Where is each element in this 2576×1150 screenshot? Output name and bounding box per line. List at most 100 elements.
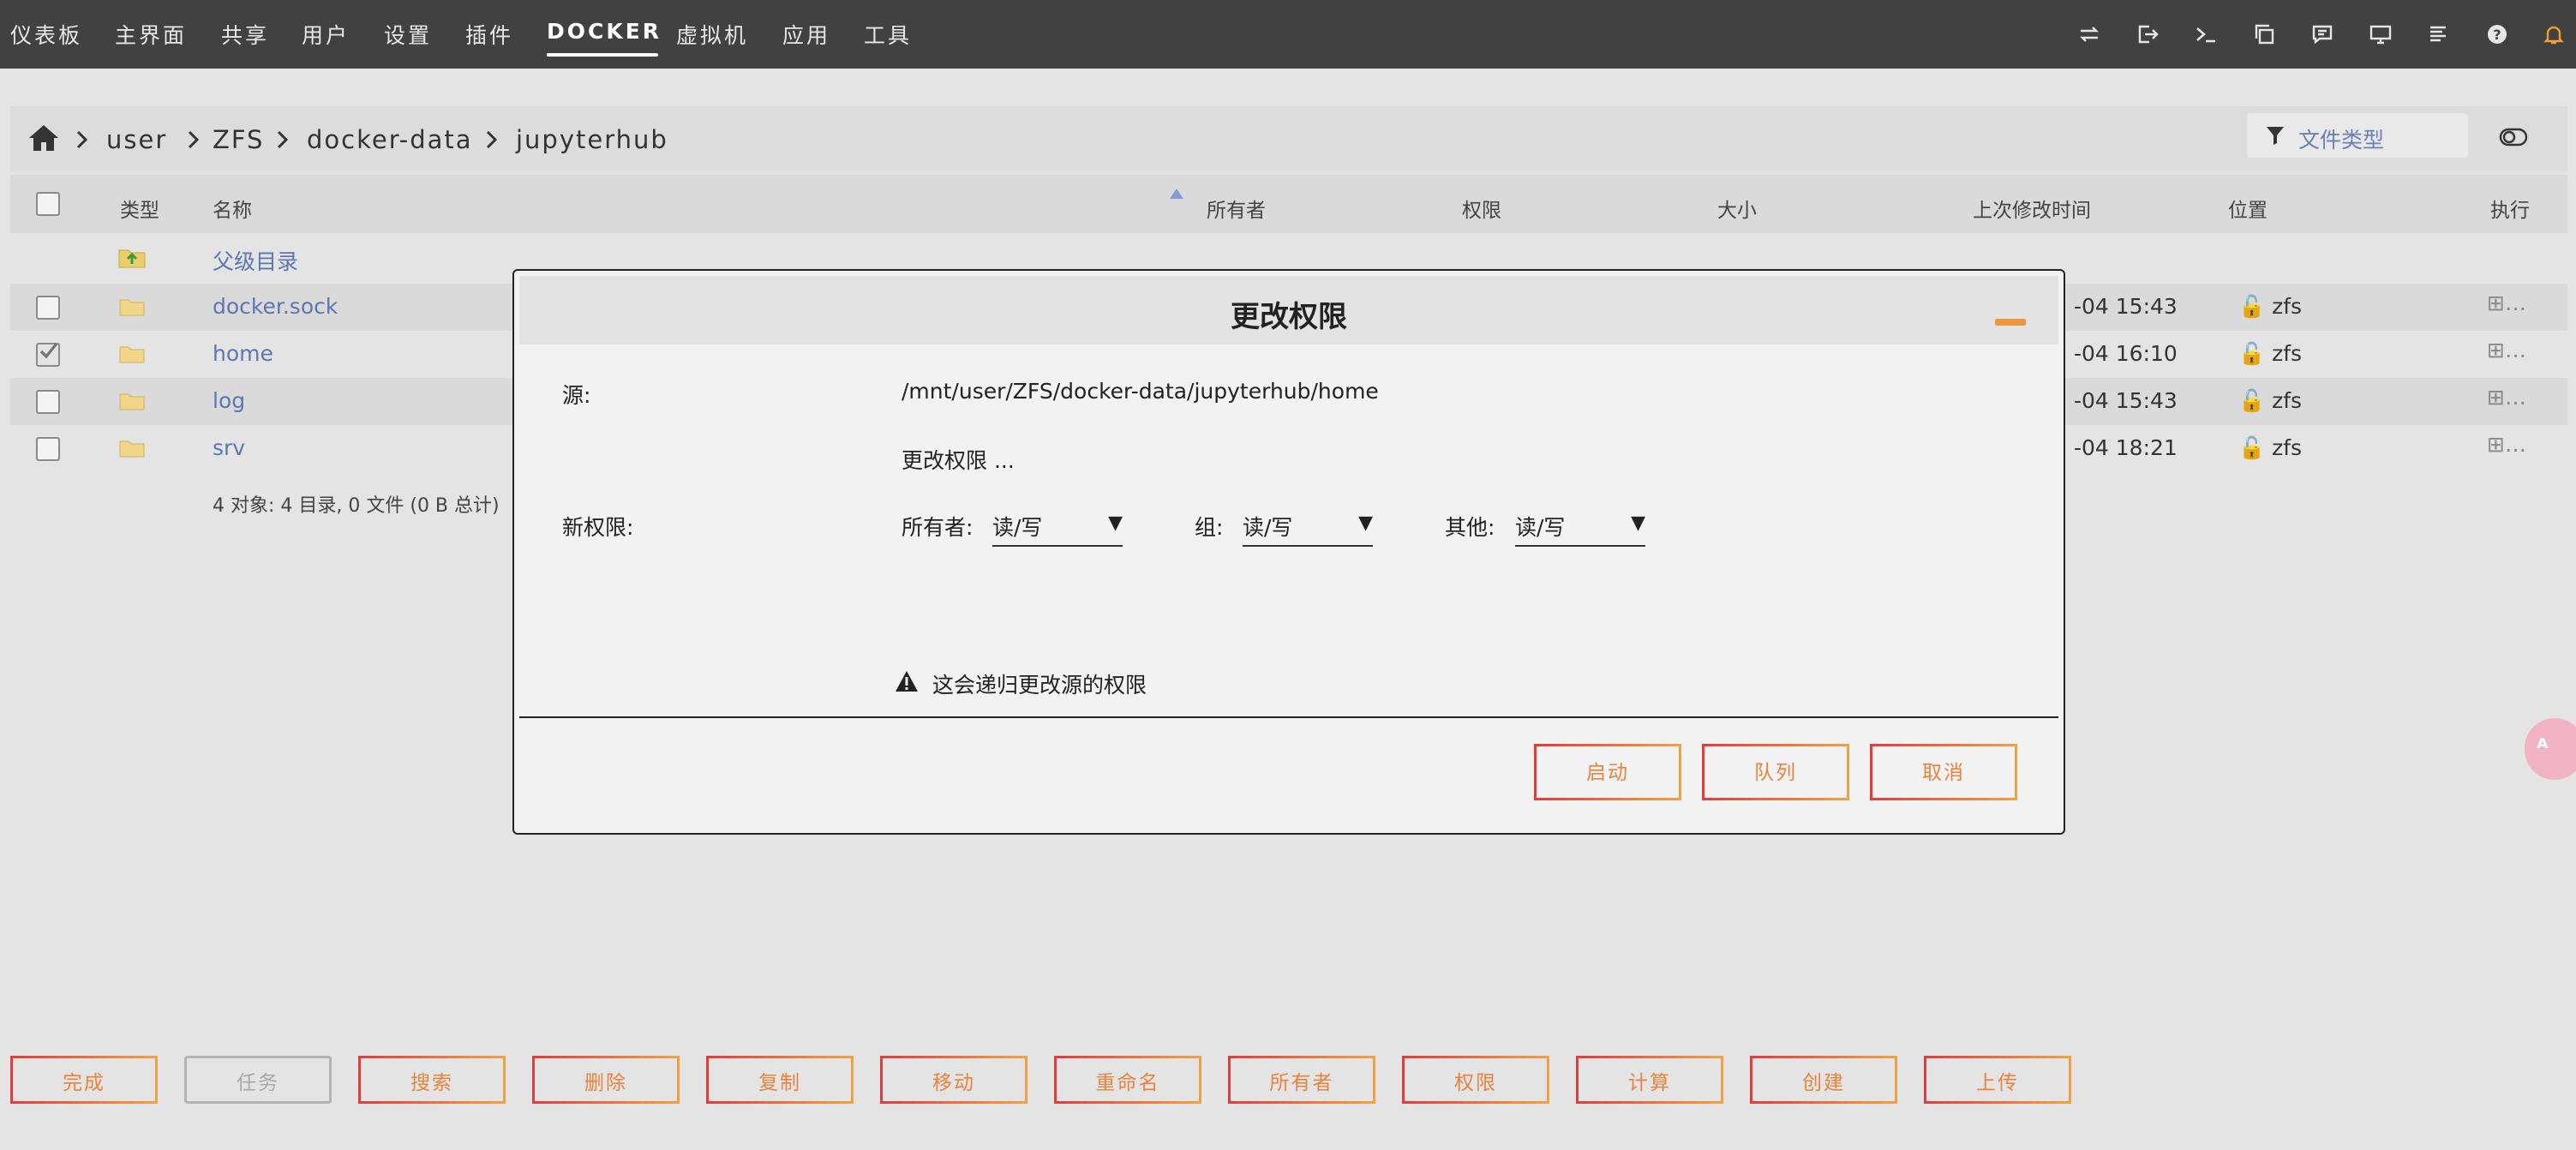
copy-button[interactable]: 复制: [706, 1056, 854, 1104]
breadcrumb-zfs[interactable]: ZFS: [213, 125, 264, 154]
chevron-right-icon: [486, 130, 498, 149]
location-label: zfs: [2272, 388, 2303, 413]
unlock-icon: 🔓: [2238, 388, 2266, 413]
minimize-icon[interactable]: [1995, 319, 2026, 326]
top-nav: 仪表板 主界面 共享 用户 设置 插件 DOCKER 虚拟机 应用 工具 ?: [0, 0, 2576, 69]
header-modified[interactable]: 上次修改时间: [1973, 194, 2091, 223]
file-modified: -04 15:43: [2074, 388, 2178, 413]
row-action-menu[interactable]: ⊞…: [2487, 338, 2526, 362]
tasks-button[interactable]: 任务: [184, 1056, 332, 1104]
row-checkbox[interactable]: [36, 437, 60, 461]
monitor-icon[interactable]: [2369, 22, 2393, 46]
row-action-menu[interactable]: ⊞…: [2487, 432, 2526, 457]
nav-tools[interactable]: 工具: [864, 19, 912, 50]
warning-icon: [895, 670, 919, 692]
dropdown-arrow-icon: ▼: [1631, 512, 1645, 534]
row-checkbox[interactable]: [36, 390, 60, 414]
header-type[interactable]: 类型: [120, 194, 159, 223]
nav-docker[interactable]: DOCKER: [547, 19, 662, 57]
file-location: 🔓 zfs: [2238, 294, 2302, 320]
home-icon[interactable]: [27, 123, 60, 153]
owner-permission-value: 读/写: [992, 515, 1043, 540]
file-name[interactable]: docker.sock: [213, 294, 338, 319]
translate-widget[interactable]: ᴬ: [2525, 718, 2576, 780]
permissions-button[interactable]: 权限: [1402, 1056, 1549, 1104]
folder-icon: [119, 299, 145, 316]
bell-icon[interactable]: [2542, 22, 2566, 46]
upload-button[interactable]: 上传: [1924, 1056, 2071, 1104]
file-name[interactable]: home: [213, 341, 273, 366]
calculate-button[interactable]: 计算: [1576, 1056, 1723, 1104]
toggle-icon[interactable]: [2499, 127, 2528, 147]
nav-settings[interactable]: 设置: [384, 19, 432, 50]
header-location[interactable]: 位置: [2228, 194, 2267, 223]
breadcrumb-docker-data[interactable]: docker-data: [307, 125, 473, 154]
folder-summary: 4 对象: 4 目录, 0 文件 (0 B 总计): [213, 495, 500, 517]
dropdown-arrow-icon: ▼: [1358, 512, 1373, 534]
svg-text:?: ?: [2493, 27, 2501, 43]
folder-icon: [119, 393, 145, 410]
done-button[interactable]: 完成: [10, 1056, 158, 1104]
copy-icon[interactable]: [2252, 22, 2276, 46]
nav-apps[interactable]: 应用: [782, 19, 830, 50]
parent-folder-icon: [118, 245, 146, 269]
other-permission-value: 读/写: [1515, 515, 1566, 540]
switch-icon[interactable]: [2077, 22, 2101, 46]
row-action-menu[interactable]: ⊞…: [2487, 290, 2526, 315]
filter-icon: [2266, 125, 2285, 146]
file-name[interactable]: log: [213, 388, 245, 413]
nav-plugins[interactable]: 插件: [465, 19, 513, 50]
start-button[interactable]: 启动: [1534, 744, 1681, 800]
unlock-icon: 🔓: [2238, 294, 2266, 319]
source-label: 源:: [562, 383, 591, 408]
owner-permission-select[interactable]: 读/写 ▼: [992, 511, 1123, 547]
file-modified: -04 18:21: [2074, 435, 2178, 460]
unlock-icon: 🔓: [2238, 341, 2266, 366]
location-label: zfs: [2272, 341, 2303, 366]
group-label: 组:: [1195, 515, 1224, 540]
file-name[interactable]: srv: [213, 435, 245, 460]
breadcrumb-user[interactable]: user: [106, 125, 167, 154]
select-all-checkbox[interactable]: [36, 192, 60, 216]
dropdown-arrow-icon: ▼: [1108, 512, 1123, 534]
help-icon[interactable]: ?: [2485, 22, 2509, 46]
row-checkbox[interactable]: [36, 296, 60, 320]
folder-icon: [119, 346, 145, 363]
chevron-right-icon: [277, 130, 289, 149]
queue-button[interactable]: 队列: [1702, 744, 1849, 800]
header-permissions[interactable]: 权限: [1462, 194, 1501, 223]
feedback-icon[interactable]: [2310, 22, 2334, 46]
parent-directory-link[interactable]: 父级目录: [213, 245, 298, 276]
breadcrumb-jupyterhub[interactable]: jupyterhub: [516, 125, 668, 154]
sort-asc-icon: [1169, 187, 1184, 199]
nav-dashboard[interactable]: 仪表板: [10, 19, 82, 50]
nav-users[interactable]: 用户: [302, 19, 350, 50]
chevron-right-icon: [188, 130, 200, 149]
change-permissions-dialog: 更改权限 源: /mnt/user/ZFS/docker-data/jupyte…: [512, 269, 2065, 835]
move-button[interactable]: 移动: [880, 1056, 1027, 1104]
cancel-button[interactable]: 取消: [1870, 744, 2017, 800]
create-button[interactable]: 创建: [1750, 1056, 1897, 1104]
location-label: zfs: [2272, 294, 2303, 319]
row-checkbox-checked[interactable]: [36, 342, 60, 367]
group-permission-select[interactable]: 读/写 ▼: [1243, 511, 1373, 547]
terminal-icon[interactable]: [2194, 22, 2218, 46]
other-permission-select[interactable]: 读/写 ▼: [1515, 511, 1645, 547]
nav-vms[interactable]: 虚拟机: [676, 19, 748, 50]
breadcrumb: user ZFS docker-data jupyterhub 文件类型: [10, 106, 2567, 171]
row-action-menu[interactable]: ⊞…: [2487, 385, 2526, 410]
header-size[interactable]: 大小: [1717, 194, 1757, 223]
delete-button[interactable]: 删除: [532, 1056, 680, 1104]
search-button[interactable]: 搜索: [358, 1056, 506, 1104]
logout-icon[interactable]: [2136, 22, 2160, 46]
header-owner[interactable]: 所有者: [1207, 194, 1266, 223]
nav-shares[interactable]: 共享: [221, 19, 269, 50]
header-name[interactable]: 名称: [213, 194, 252, 223]
rename-button[interactable]: 重命名: [1054, 1056, 1201, 1104]
header-action: 执行: [2490, 200, 2530, 222]
nav-main[interactable]: 主界面: [115, 19, 187, 50]
file-type-filter[interactable]: 文件类型: [2247, 113, 2468, 158]
owner-button[interactable]: 所有者: [1228, 1056, 1375, 1104]
group-permission-value: 读/写: [1243, 515, 1293, 540]
log-icon[interactable]: [2427, 22, 2451, 46]
